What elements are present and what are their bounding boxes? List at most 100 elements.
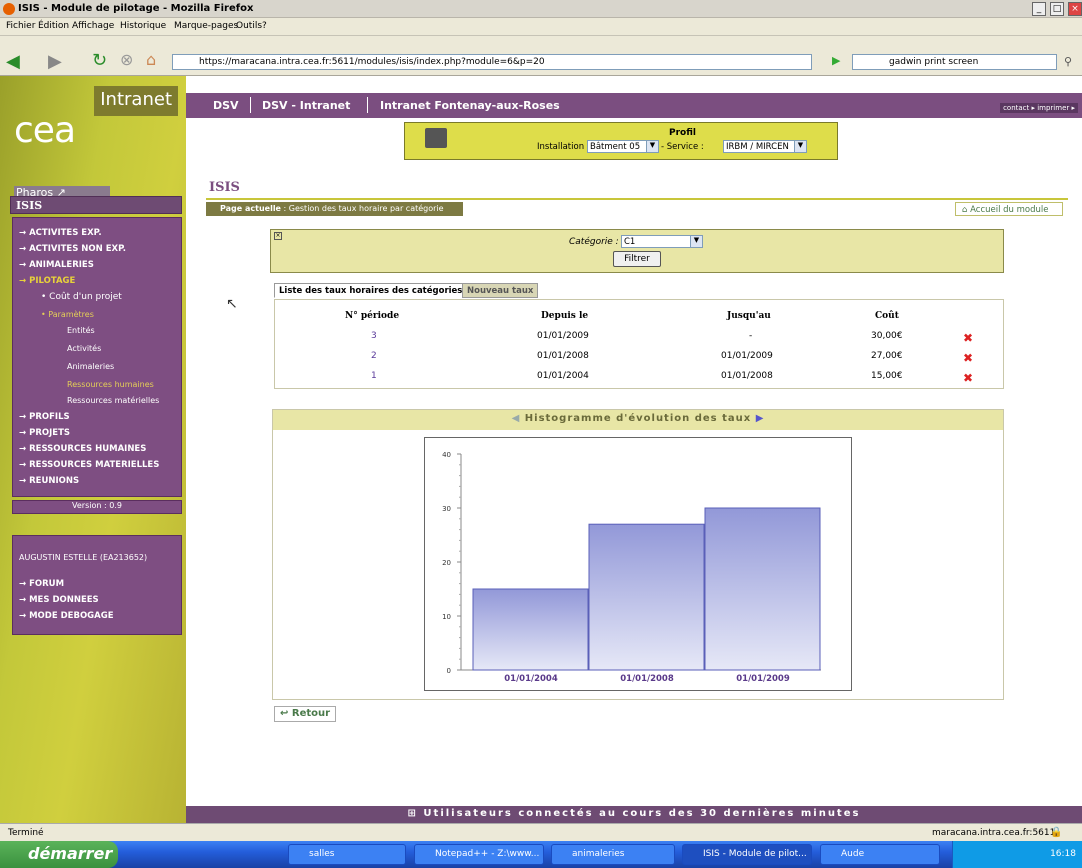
col-depuis: Depuis le [541,311,589,321]
menu-ressources-materielles[interactable]: → RESSOURCES MATERIELLES [19,460,159,470]
menu-mode-debogage[interactable]: → MODE DEBOGAGE [19,611,114,621]
breadcrumb-text: : Gestion des taux horaire par catégorie [280,204,444,213]
categorie-select[interactable]: C1 ▼ [621,235,703,248]
contact-print-links[interactable]: contact ▸ imprimer ▸ [1000,103,1078,113]
table-cell-periode[interactable]: 3 [371,331,377,341]
chevron-down-icon: ▼ [794,141,806,152]
isis-header: ISIS [10,196,182,214]
menu-activites-exp[interactable]: → ACTIVITES EXP. [19,228,102,238]
breadcrumb-label: Page actuelle [220,204,281,213]
forward-icon[interactable]: ▶ [48,51,62,72]
service-select[interactable]: IRBM / MIRCEN ▼ [723,140,807,153]
menu-activites-non-exp[interactable]: → ACTIVITES NON EXP. [19,244,126,254]
window-titlebar: ISIS - Module de pilotage - Mozilla Fire… [0,0,1082,18]
maximize-button[interactable]: □ [1050,2,1064,16]
filter-button[interactable]: Filtrer [613,251,661,267]
system-tray: 16:18 [952,841,1082,868]
categorie-value: C1 [624,237,636,247]
table-cell-depuis: 01/01/2009 [537,331,589,341]
retour-button[interactable]: ↩ Retour [274,706,336,722]
retour-label: Retour [291,708,331,719]
menu-label: PILOTAGE [29,276,76,286]
menu-pilotage[interactable]: → PILOTAGE [19,276,75,286]
task-animaleries[interactable]: animaleries [551,844,675,865]
clock: 16:18 [1050,849,1076,859]
table-cell-jusqu: 01/01/2008 [721,371,773,381]
user-name: AUGUSTIN ESTELLE (EA213652) [19,553,148,562]
menu-outils[interactable]: Outils [236,21,262,31]
back-icon[interactable]: ◀ [6,51,20,72]
search-field[interactable]: gadwin print screen [852,54,1057,70]
menu-help[interactable]: ? [262,21,267,31]
menu-parametres[interactable]: • Paramètres [41,310,94,319]
menu-animaleries-param[interactable]: Animaleries [67,362,114,371]
start-button[interactable]: démarrer [0,841,118,868]
next-icon[interactable]: ▶ [756,413,765,424]
menu-cout-projet[interactable]: • Coût d'un projet [41,292,122,302]
chevron-down-icon: ▼ [690,236,702,247]
col-jusqu: Jusqu'au [727,311,771,321]
home-icon: ⌂ [962,205,968,215]
col-cout: Coût [875,311,899,321]
menubar: Fichier Édition Affichage Historique Mar… [0,18,1082,36]
mouse-cursor-icon: ↖ [226,296,238,312]
y-tick-label: 40 [442,451,451,459]
stop-icon[interactable]: ⊗ [120,50,133,69]
accueil-module-link[interactable]: ⌂ Accueil du module [955,202,1063,216]
menu-label: ACTIVITES NON EXP. [29,244,126,254]
window-title: ISIS - Module de pilotage - Mozilla Fire… [18,3,254,14]
menu-historique[interactable]: Historique [120,21,166,31]
search-icon[interactable]: ⚲ [1064,55,1072,68]
menu-fichier[interactable]: Fichier [6,21,35,31]
menu-label: Coût d'un projet [49,292,122,302]
url-field[interactable]: https://maracana.intra.cea.fr:5611/modul… [172,54,812,70]
table-cell-periode[interactable]: 2 [371,351,377,361]
menu-marque-pages[interactable]: Marque-pages [174,21,238,31]
collapse-icon[interactable]: × [274,232,282,240]
menu-animaleries[interactable]: → ANIMALERIES [19,260,94,270]
tab-liste-taux[interactable]: Liste des taux horaires des catégories [274,283,468,298]
menu-entites[interactable]: Entités [67,326,95,335]
home-icon[interactable]: ⌂ [146,50,156,69]
menu-label: PROFILS [29,412,70,422]
delete-icon[interactable]: ✖ [963,351,973,365]
go-icon[interactable]: ▶ [832,54,840,67]
menu-forum[interactable]: → FORUM [19,579,64,589]
installation-select[interactable]: Bâtment 05 ▼ [587,140,659,153]
menu-reunions[interactable]: → REUNIONS [19,476,79,486]
menu-ressources-materielles-param[interactable]: Ressources matérielles [67,396,159,405]
tab-nouveau-taux[interactable]: Nouveau taux [462,283,539,298]
task-isis[interactable]: ISIS - Module de pilot... [682,844,812,865]
reload-icon[interactable]: ↻ [92,50,107,71]
menu-projets[interactable]: → PROJETS [19,428,70,438]
menu-profils[interactable]: → PROFILS [19,412,70,422]
menu-ressources-humaines[interactable]: → RESSOURCES HUMAINES [19,444,146,454]
menu-mes-donnees[interactable]: → MES DONNEES [19,595,99,605]
link-dsv-intranet[interactable]: DSV - Intranet [262,99,350,112]
link-intranet-far[interactable]: Intranet Fontenay-aux-Roses [380,99,560,112]
menu-edition[interactable]: Édition [38,21,69,31]
task-salles[interactable]: salles [288,844,406,865]
menu-activites[interactable]: Activités [67,344,101,353]
sidebar-menu: → ACTIVITES EXP. → ACTIVITES NON EXP. → … [12,217,182,497]
task-aude[interactable]: Aude [820,844,940,865]
rates-table: N° période Depuis le Jusqu'au Coût 3 01/… [274,299,1004,389]
close-button[interactable]: × [1068,2,1082,16]
title-divider [206,198,1068,200]
minimize-button[interactable]: _ [1032,2,1046,16]
connected-users-bar[interactable]: ⊞ Utilisateurs connectés au cours des 30… [186,806,1082,823]
menu-affichage[interactable]: Affichage [72,21,114,31]
table-cell-periode[interactable]: 1 [371,371,377,381]
link-dsv[interactable]: DSV [213,99,239,112]
prev-icon[interactable]: ◀ [512,413,521,424]
chevron-down-icon: ▼ [646,141,658,152]
task-notepad[interactable]: Notepad++ - Z:\www... [414,844,544,865]
delete-icon[interactable]: ✖ [963,331,973,345]
menu-label: MODE DEBOGAGE [29,611,114,621]
menu-label: ANIMALERIES [29,260,94,270]
y-tick-label: 20 [442,559,451,567]
categorie-label: Catégorie : [569,237,619,247]
delete-icon[interactable]: ✖ [963,371,973,385]
menu-ressources-humaines-param[interactable]: Ressources humaines [67,380,154,389]
cea-logo: cea Intranet [8,86,178,168]
